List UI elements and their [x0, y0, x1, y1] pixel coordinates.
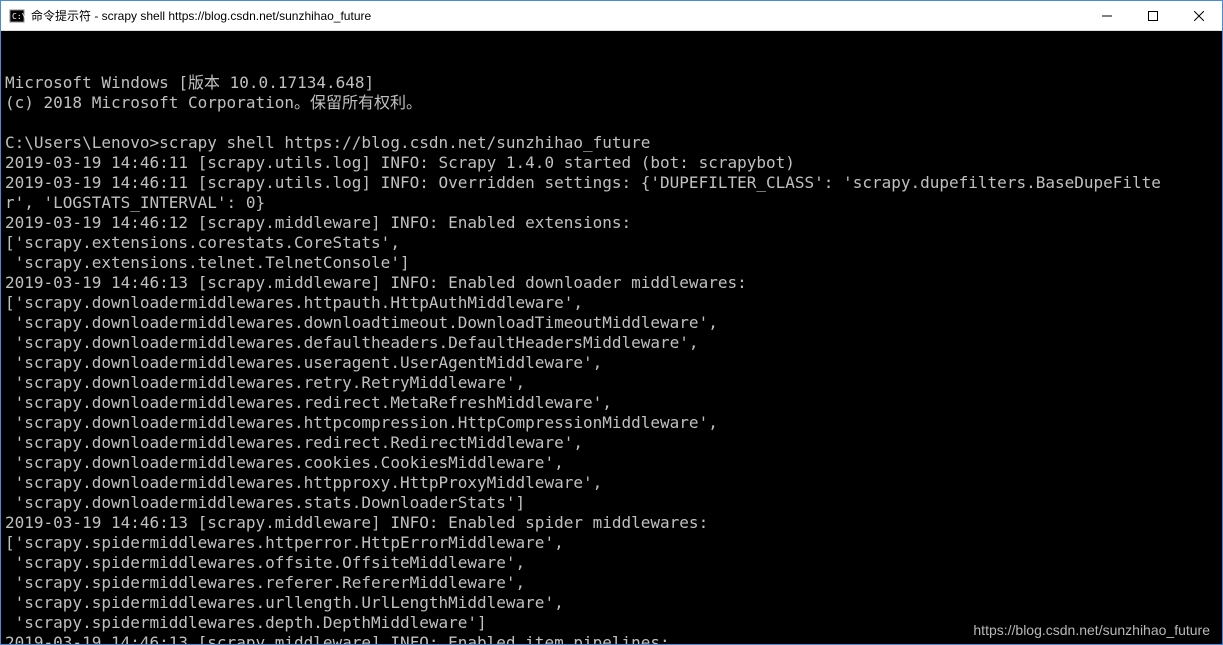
maximize-button[interactable]: [1130, 1, 1176, 30]
terminal-lines: Microsoft Windows [版本 10.0.17134.648] (c…: [5, 73, 1218, 644]
svg-text:C:\: C:\: [12, 12, 25, 21]
cmd-icon: C:\: [9, 8, 25, 24]
window-title: 命令提示符 - scrapy shell https://blog.csdn.n…: [31, 7, 371, 24]
titlebar[interactable]: C:\ 命令提示符 - scrapy shell https://blog.cs…: [1, 1, 1222, 31]
window-controls: [1084, 1, 1222, 30]
watermark: https://blog.csdn.net/sunzhihao_future: [973, 620, 1210, 640]
minimize-button[interactable]: [1084, 1, 1130, 30]
close-button[interactable]: [1176, 1, 1222, 30]
window: C:\ 命令提示符 - scrapy shell https://blog.cs…: [0, 0, 1223, 645]
terminal-output[interactable]: Microsoft Windows [版本 10.0.17134.648] (c…: [1, 31, 1222, 644]
